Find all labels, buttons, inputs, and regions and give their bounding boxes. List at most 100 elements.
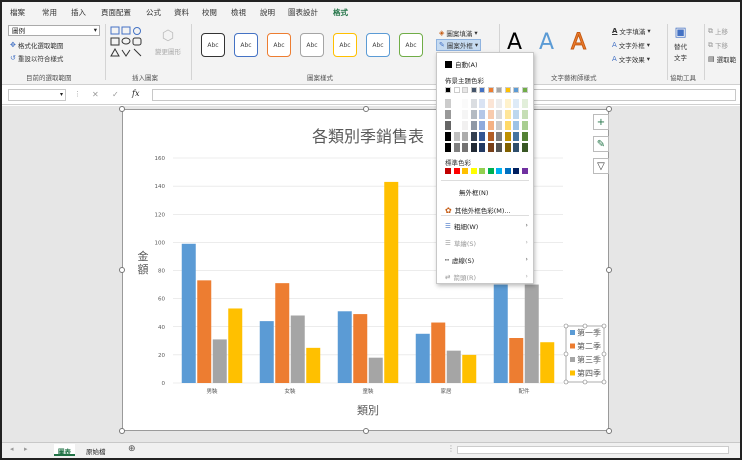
- text-fill-button[interactable]: A 文字填滿 ▾: [612, 26, 651, 36]
- theme-color-swatch[interactable]: [462, 87, 468, 93]
- theme-color-shade[interactable]: [521, 143, 528, 152]
- horizontal-scrollbar[interactable]: [457, 446, 729, 454]
- shape-style-6[interactable]: Abc: [399, 33, 423, 57]
- add-sheet-button[interactable]: ⊕: [128, 444, 136, 454]
- theme-color-shade[interactable]: [462, 143, 468, 152]
- theme-color-shade[interactable]: [487, 121, 494, 130]
- dashes-item[interactable]: ┅ 虛線(S): [445, 255, 474, 265]
- theme-color-shade[interactable]: [504, 99, 511, 108]
- theme-color-shade[interactable]: [453, 99, 460, 108]
- standard-color-swatch[interactable]: [513, 168, 519, 174]
- theme-color-swatch[interactable]: [487, 87, 494, 93]
- tab-2[interactable]: 插入: [71, 7, 86, 18]
- resize-handle[interactable]: [606, 106, 612, 112]
- theme-color-swatch[interactable]: [445, 87, 451, 93]
- alt-text-button[interactable]: ▣ 替代 文字: [674, 25, 687, 62]
- theme-color-shade[interactable]: [513, 143, 519, 152]
- resize-handle[interactable]: [606, 428, 612, 434]
- insert-function-button[interactable]: fx: [132, 89, 139, 98]
- chart-object[interactable]: 各類別季銷售表 0 20 40 60 80 100 120 140 160 男裝 女裝 童裝 家居 配件 類別…: [119, 106, 612, 434]
- tab-6[interactable]: 校閱: [202, 7, 217, 18]
- standard-color-swatch[interactable]: [504, 168, 511, 174]
- more-colors-item[interactable]: ✿ 其他外框色彩(M)...: [445, 205, 511, 216]
- theme-color-shade[interactable]: [487, 132, 494, 141]
- theme-color-shade[interactable]: [487, 143, 494, 152]
- theme-color-shade[interactable]: [479, 110, 485, 119]
- standard-color-swatch[interactable]: [521, 168, 528, 174]
- wordart-style-1[interactable]: A: [539, 30, 554, 55]
- theme-color-shade[interactable]: [496, 143, 502, 152]
- standard-color-swatch[interactable]: [487, 168, 494, 174]
- tab-5[interactable]: 資料: [174, 7, 189, 18]
- theme-color-shade[interactable]: [513, 121, 519, 130]
- theme-color-shade[interactable]: [521, 99, 528, 108]
- theme-color-shade[interactable]: [445, 110, 451, 119]
- theme-color-shade[interactable]: [470, 121, 477, 130]
- theme-color-shade[interactable]: [504, 121, 511, 130]
- sketch-item[interactable]: ☰ 草繪(S): [445, 238, 476, 248]
- shape-gallery[interactable]: [110, 25, 152, 61]
- theme-color-shade[interactable]: [470, 110, 477, 119]
- theme-color-swatch[interactable]: [453, 87, 460, 93]
- selection-pane-button[interactable]: ▤ 選取範: [708, 54, 736, 64]
- resize-handle[interactable]: [119, 428, 125, 434]
- theme-color-swatch[interactable]: [513, 87, 519, 93]
- theme-color-shade[interactable]: [462, 110, 468, 119]
- change-shape-button[interactable]: ⬡ 變更圖形: [155, 28, 181, 56]
- resize-handle[interactable]: [119, 106, 125, 112]
- cancel-button[interactable]: ✕: [92, 90, 99, 99]
- theme-color-shade[interactable]: [445, 99, 451, 108]
- send-backward-button[interactable]: ⧉ 下移: [708, 40, 728, 50]
- theme-color-swatch[interactable]: [521, 87, 528, 93]
- tab-4[interactable]: 公式: [146, 7, 161, 18]
- theme-color-shade[interactable]: [462, 132, 468, 141]
- theme-color-shade[interactable]: [504, 143, 511, 152]
- chart-elements-button[interactable]: +: [593, 114, 609, 130]
- theme-color-shade[interactable]: [496, 132, 502, 141]
- chart-element-combo[interactable]: 圖例 ▾: [8, 25, 100, 36]
- theme-color-shade[interactable]: [479, 143, 485, 152]
- standard-color-swatch[interactable]: [453, 168, 460, 174]
- resize-handle[interactable]: [362, 106, 369, 112]
- theme-color-shade[interactable]: [453, 132, 460, 141]
- theme-color-shade[interactable]: [470, 99, 477, 108]
- reset-style-button[interactable]: ↺ 重設以符合樣式: [10, 53, 63, 63]
- standard-color-swatch[interactable]: [445, 168, 451, 174]
- tab-1[interactable]: 常用: [42, 7, 57, 18]
- shape-style-4[interactable]: Abc: [333, 33, 357, 57]
- tab-10[interactable]: 格式: [331, 7, 350, 22]
- theme-color-shade[interactable]: [513, 132, 519, 141]
- theme-color-swatch[interactable]: [470, 87, 477, 93]
- theme-color-shade[interactable]: [479, 99, 485, 108]
- theme-color-shade[interactable]: [453, 143, 460, 152]
- bring-forward-button[interactable]: ⧉ 上移: [708, 26, 728, 36]
- text-outline-button[interactable]: A 文字外框 ▾: [612, 40, 650, 50]
- theme-color-shade[interactable]: [479, 132, 485, 141]
- automatic-color-item[interactable]: 自動(A): [445, 59, 478, 69]
- resize-handle[interactable]: [119, 267, 125, 273]
- theme-color-shade[interactable]: [453, 121, 460, 130]
- theme-color-shade[interactable]: [453, 110, 460, 119]
- theme-color-shade[interactable]: [479, 121, 485, 130]
- theme-color-swatch[interactable]: [496, 87, 502, 93]
- theme-color-swatch[interactable]: [479, 87, 485, 93]
- theme-color-shade[interactable]: [462, 99, 468, 108]
- shape-style-0[interactable]: Abc: [201, 33, 225, 57]
- chart-styles-button[interactable]: ✎: [593, 136, 609, 152]
- standard-color-swatch[interactable]: [496, 168, 502, 174]
- weight-item[interactable]: ☰ 粗細(W): [445, 221, 478, 231]
- sheet-tab-chart[interactable]: 圖表: [54, 444, 75, 456]
- theme-color-shade[interactable]: [470, 143, 477, 152]
- theme-color-shade[interactable]: [487, 110, 494, 119]
- theme-color-shade[interactable]: [445, 121, 451, 130]
- arrows-item[interactable]: ⇄ 箭頭(R): [445, 272, 476, 282]
- scroll-left-icon[interactable]: ◂: [10, 445, 14, 453]
- theme-color-shade[interactable]: [470, 132, 477, 141]
- text-effects-button[interactable]: A 文字效果 ▾: [612, 54, 650, 64]
- standard-color-swatch[interactable]: [470, 168, 477, 174]
- tab-9[interactable]: 圖表設計: [288, 7, 318, 18]
- tab-3[interactable]: 頁面配置: [101, 7, 131, 18]
- shape-style-5[interactable]: Abc: [366, 33, 390, 57]
- sheet-tab-source[interactable]: 原始檔: [82, 444, 110, 456]
- theme-color-shade[interactable]: [496, 110, 502, 119]
